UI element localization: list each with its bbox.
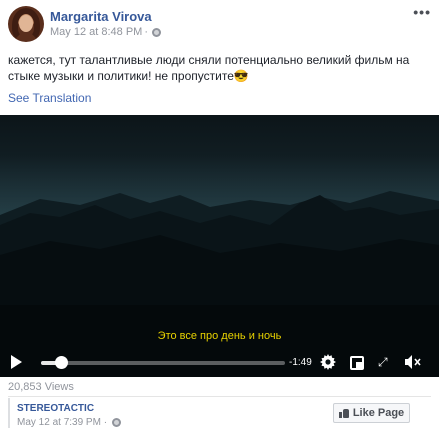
page-name-link[interactable]: STEREOTACTIC <box>17 403 94 414</box>
video-player[interactable]: Это все про день и ночь -1:49 ⤢ <box>0 115 439 377</box>
picture-in-picture-icon[interactable] <box>350 356 364 370</box>
globe-icon[interactable] <box>111 418 121 427</box>
post-text: кажется, тут талантливые люди сняли поте… <box>8 53 410 83</box>
seek-knob[interactable] <box>55 356 68 369</box>
author-avatar[interactable] <box>8 6 44 42</box>
globe-icon[interactable] <box>152 27 161 37</box>
view-count: 20,853 Views <box>8 381 74 393</box>
see-translation-link[interactable]: See Translation <box>8 91 91 105</box>
volume-muted-icon[interactable] <box>404 354 422 373</box>
play-icon[interactable] <box>11 355 22 369</box>
author-name[interactable]: Margarita Virova <box>50 9 152 24</box>
facebook-post: Margarita Virova May 12 at 8:48 PM · •••… <box>0 0 439 435</box>
like-page-button[interactable]: Like Page <box>333 403 410 423</box>
shared-indicator <box>8 398 10 428</box>
fullscreen-icon[interactable]: ⤢ <box>378 354 388 370</box>
page-timestamp[interactable]: May 12 at 7:39 PM <box>17 417 101 428</box>
divider <box>8 396 431 397</box>
page-meta: May 12 at 7:39 PM · <box>17 417 121 428</box>
post-timestamp[interactable]: May 12 at 8:48 PM <box>50 26 142 38</box>
more-options-button[interactable]: ••• <box>413 4 431 20</box>
time-remaining: -1:49 <box>289 357 312 368</box>
seek-bar[interactable] <box>41 361 285 365</box>
post-meta: May 12 at 8:48 PM · <box>50 26 161 38</box>
video-controls: -1:49 ⤢ <box>0 341 439 377</box>
gear-icon[interactable] <box>320 354 336 373</box>
like-page-label: Like Page <box>352 407 405 419</box>
thumbs-up-icon <box>338 408 349 418</box>
